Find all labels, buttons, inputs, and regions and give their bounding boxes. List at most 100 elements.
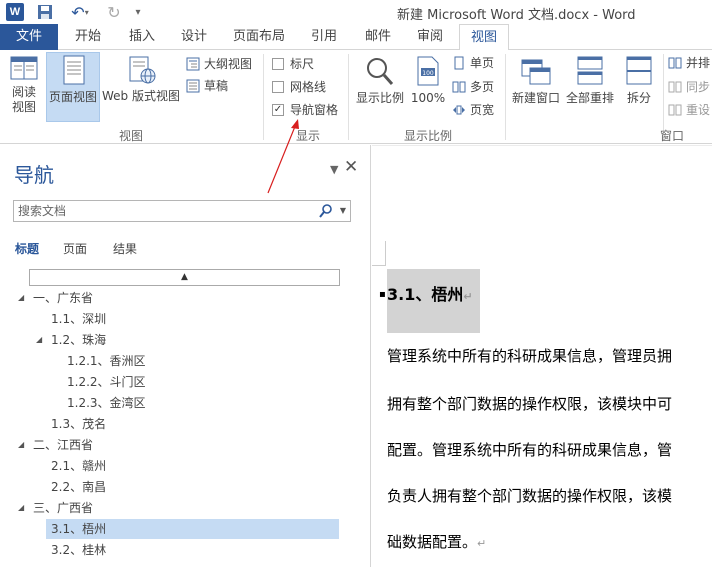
read-mode-button[interactable]: 阅读 视图 <box>4 54 44 122</box>
nav-pane-check-box[interactable]: ✓ <box>272 104 284 116</box>
nav-heading-item[interactable]: 1.1、深圳 <box>51 309 106 329</box>
nav-heading-item[interactable]: 三、广西省 <box>33 498 93 518</box>
multi-page-button[interactable]: 多页 <box>452 77 494 97</box>
ruler-checkbox[interactable]: 标尺 <box>272 54 314 74</box>
nav-heading-item[interactable]: 3.2、桂林 <box>51 540 106 560</box>
nav-heading-item[interactable]: 1.2.2、斗门区 <box>67 372 146 392</box>
nav-heading-item[interactable]: 1.2.1、香洲区 <box>67 351 146 371</box>
nav-tab-headings[interactable]: 标题 <box>15 240 39 257</box>
nav-heading-label: 1.1、深圳 <box>51 312 107 326</box>
svg-text:100: 100 <box>422 70 434 77</box>
doc-heading[interactable]: 3.1、梧州↵ <box>387 269 480 333</box>
nav-pane-checkbox[interactable]: ✓ 导航窗格 <box>272 100 338 120</box>
one-page-icon <box>454 56 464 70</box>
nav-heading-item[interactable]: 一、广东省 <box>33 288 93 308</box>
side-by-side-button[interactable]: 并排 <box>668 53 710 73</box>
page-width-button[interactable]: 页宽 <box>452 100 494 120</box>
gridlines-check-box[interactable] <box>272 81 284 93</box>
nav-tab-pages[interactable]: 页面 <box>63 240 87 257</box>
search-box[interactable]: ▼ <box>13 200 351 222</box>
tab-view[interactable]: 视图 <box>459 24 509 51</box>
collapse-triangle-icon[interactable]: ◢ <box>18 435 24 455</box>
sync-scroll-icon <box>668 81 682 93</box>
tab-mailings[interactable]: 邮件 <box>352 24 404 50</box>
tab-review[interactable]: 审阅 <box>404 24 456 50</box>
collapse-triangle-icon[interactable]: ◢ <box>18 498 24 518</box>
nav-heading-item[interactable]: 1.2.3、金湾区 <box>67 393 146 413</box>
customize-qat-icon[interactable]: ▾ <box>132 3 144 21</box>
nav-heading-item[interactable]: 1.3、茂名 <box>51 414 106 434</box>
draft-button[interactable]: 草稿 <box>186 76 228 96</box>
arrange-all-icon <box>577 56 603 85</box>
nav-pane-title: 导航 <box>14 163 54 187</box>
one-page-button[interactable]: 单页 <box>452 53 494 73</box>
draft-icon <box>186 79 200 93</box>
web-layout-button[interactable]: Web 版式视图 <box>100 54 182 122</box>
search-icon[interactable] <box>318 203 334 219</box>
nav-heading-label: 2.1、赣州 <box>51 459 107 473</box>
split-label: 拆分 <box>626 91 651 105</box>
nav-heading-label: 一、广东省 <box>33 291 94 305</box>
word-logo-icon[interactable]: W <box>6 3 24 21</box>
nav-heading-label: 3.2、桂林 <box>51 543 107 557</box>
tab-home[interactable]: 开始 <box>62 24 114 50</box>
doc-line[interactable]: 拥有整个部门数据的操作权限，该模块中可 <box>387 393 672 414</box>
side-by-side-icon <box>668 57 682 69</box>
nav-options-icon[interactable]: ▼ <box>330 163 338 176</box>
views-group-label: 视图 <box>119 129 144 143</box>
tab-page-layout[interactable]: 页面布局 <box>224 24 294 50</box>
nav-heading-item[interactable]: 二、江西省 <box>33 435 93 455</box>
page-width-icon <box>453 105 465 115</box>
nav-tab-results[interactable]: 结果 <box>113 240 137 257</box>
search-dropdown-icon[interactable]: ▼ <box>340 203 346 219</box>
magnifier-icon <box>367 58 394 85</box>
new-window-button[interactable]: 新建窗口 <box>509 54 563 122</box>
doc-line-last[interactable]: 础数据配置。↵ <box>387 531 486 552</box>
split-button[interactable]: 拆分 <box>619 54 659 122</box>
outline-icon <box>186 57 200 71</box>
ruler-check-box[interactable] <box>272 58 284 70</box>
document-area: ▪ 3.1、梧州↵ 管理系统中所有的科研成果信息，管理员拥 拥有整个部门数据的操… <box>372 145 712 567</box>
nav-heading-label: 3.1、梧州 <box>51 522 107 536</box>
outline-label: 大纲视图 <box>204 57 253 71</box>
collapse-triangle-icon[interactable]: ◢ <box>36 330 42 350</box>
ruler-label: 标尺 <box>290 57 315 71</box>
zoom-100-icon: 100 <box>417 56 439 86</box>
doc-line[interactable]: 管理系统中所有的科研成果信息，管理员拥 <box>387 345 672 366</box>
collapse-all-bar[interactable]: ▲ <box>29 269 340 286</box>
arrange-all-button[interactable]: 全部重排 <box>563 54 617 122</box>
side-by-side-label: 并排 <box>686 56 711 70</box>
tab-references[interactable]: 引用 <box>298 24 350 50</box>
gridlines-label: 网格线 <box>290 80 327 94</box>
undo-icon[interactable]: ↶ ▾ <box>66 3 94 22</box>
ribbon: 阅读 视图 页面视图 Web 版式视图 大纲视图 草稿 视图 标尺 网格线 ✓ … <box>0 50 712 144</box>
nav-heading-item[interactable]: 1.2、珠海 <box>51 330 106 350</box>
nav-heading-item[interactable]: 2.1、赣州 <box>51 456 106 476</box>
doc-line[interactable]: 负责人拥有整个部门数据的操作权限，该模 <box>387 485 672 506</box>
zoom-100-button[interactable]: 100 100% <box>410 54 446 122</box>
tab-file[interactable]: 文件 <box>0 24 58 50</box>
window-group-label: 窗口 <box>660 129 685 143</box>
redo-icon[interactable]: ↻ <box>106 3 122 22</box>
sync-scroll-label: 同步 <box>686 80 711 94</box>
read-mode-label: 阅读 视图 <box>11 85 36 114</box>
search-input[interactable] <box>14 201 304 221</box>
sync-scroll-button[interactable]: 同步 <box>668 77 710 97</box>
collapse-triangle-icon[interactable]: ◢ <box>18 288 24 308</box>
zoom-label: 显示比例 <box>355 91 404 105</box>
gridlines-checkbox[interactable]: 网格线 <box>272 77 326 97</box>
zoom-button[interactable]: 显示比例 <box>352 54 408 122</box>
doc-line[interactable]: 配置。管理系统中所有的科研成果信息，管 <box>387 439 672 460</box>
read-mode-icon <box>10 56 38 80</box>
print-layout-button[interactable]: 页面视图 <box>46 52 100 122</box>
tab-insert[interactable]: 插入 <box>116 24 168 50</box>
nav-heading-item-selected[interactable]: 3.1、梧州 <box>46 519 339 539</box>
nav-close-icon[interactable]: ✕ <box>344 157 358 177</box>
outline-button[interactable]: 大纲视图 <box>186 54 252 74</box>
reset-position-button[interactable]: 重设 <box>668 100 710 120</box>
web-layout-label: Web 版式视图 <box>102 89 180 103</box>
nav-heading-item[interactable]: 2.2、南昌 <box>51 477 106 497</box>
window-title: 新建 Microsoft Word 文档.docx - Word <box>397 8 636 23</box>
tab-design[interactable]: 设计 <box>168 24 220 50</box>
save-icon[interactable] <box>36 3 54 21</box>
